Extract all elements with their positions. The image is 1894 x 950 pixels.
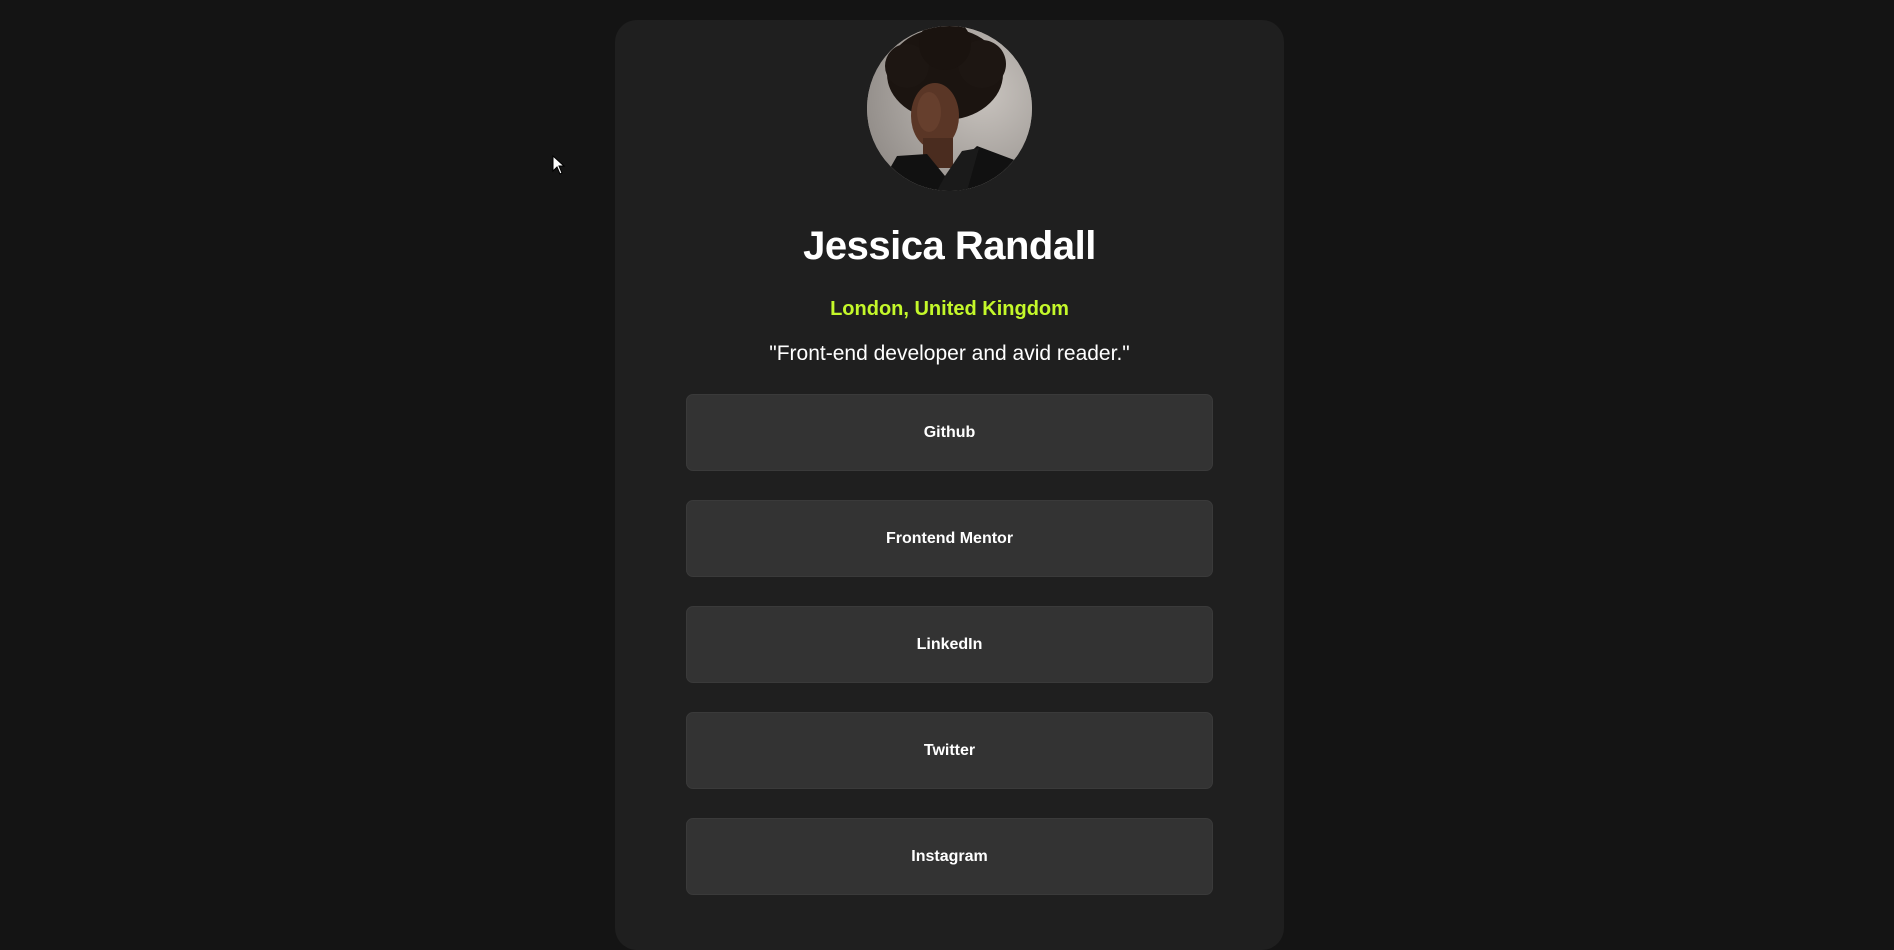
frontend-mentor-link-button[interactable]: Frontend Mentor bbox=[686, 500, 1213, 577]
avatar bbox=[867, 26, 1032, 191]
mouse-cursor-icon bbox=[552, 155, 566, 175]
profile-photo-icon bbox=[867, 26, 1032, 191]
profile-bio: "Front-end developer and avid reader." bbox=[769, 342, 1130, 365]
social-links: Github Frontend Mentor LinkedIn Twitter … bbox=[686, 394, 1213, 924]
profile-location: London, United Kingdom bbox=[830, 298, 1069, 320]
twitter-link-button[interactable]: Twitter bbox=[686, 712, 1213, 789]
profile-card: Jessica Randall London, United Kingdom "… bbox=[615, 20, 1284, 950]
github-link-button[interactable]: Github bbox=[686, 394, 1213, 471]
linkedin-link-button[interactable]: LinkedIn bbox=[686, 606, 1213, 683]
profile-name: Jessica Randall bbox=[803, 224, 1096, 268]
instagram-link-button[interactable]: Instagram bbox=[686, 818, 1213, 895]
